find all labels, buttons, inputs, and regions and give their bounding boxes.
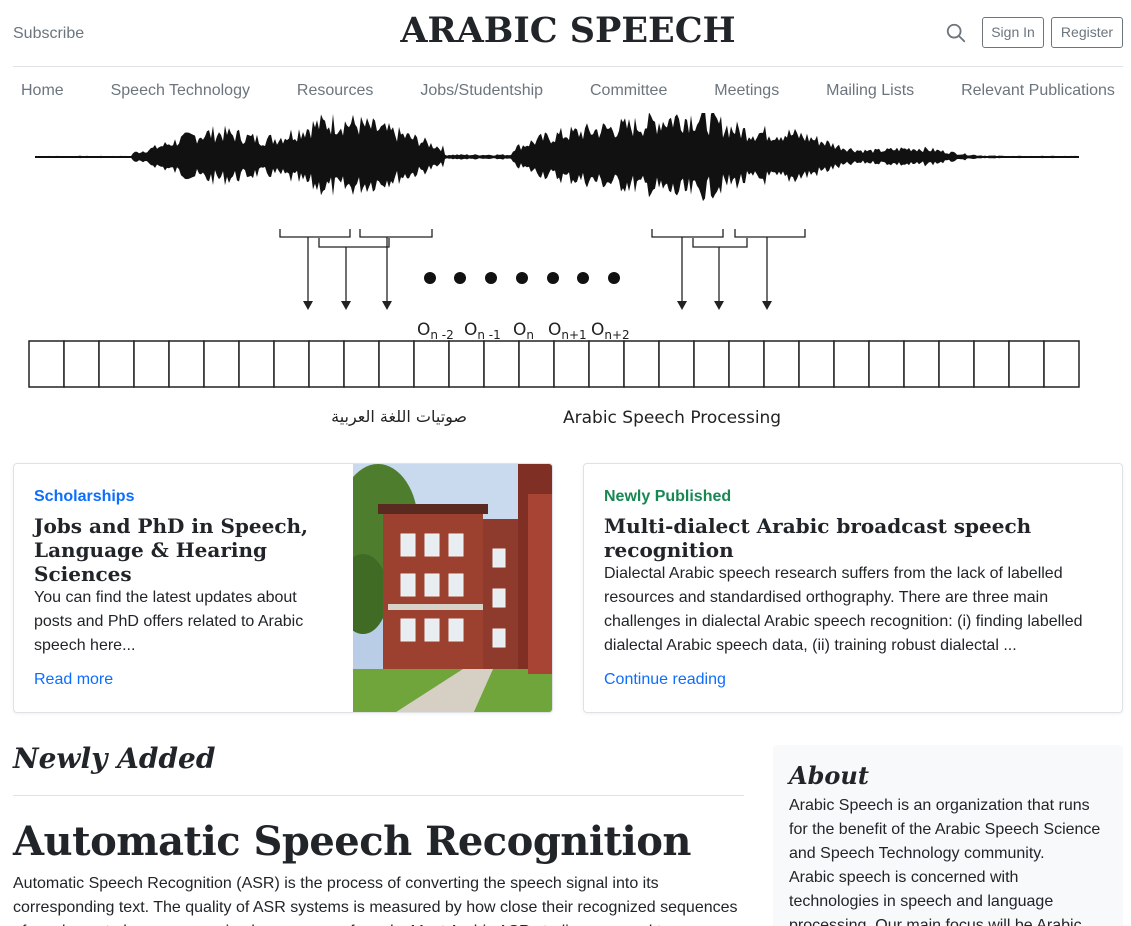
card-body: Scholarships Jobs and PhD in Speech, Lan… (34, 488, 334, 658)
read-more-link[interactable]: Read more (34, 671, 113, 689)
card-text: You can find the latest updates about po… (34, 589, 304, 654)
obs-label: On+2 (591, 320, 630, 342)
frame-box (938, 340, 975, 388)
frame-box (623, 340, 660, 388)
frame-box (693, 340, 730, 388)
frame-box (133, 340, 170, 388)
card-text: Dialectal Arabic speech research suffers… (604, 565, 1083, 654)
frame-box (588, 340, 625, 388)
card-category: Newly Published (604, 488, 732, 505)
about-heading: About (789, 761, 869, 790)
observation-labels: On -2 On -1 On On+1 On+2 (417, 320, 630, 342)
frame-box (413, 340, 450, 388)
post-excerpt: Automatic Speech Recognition (ASR) is th… (13, 875, 738, 926)
nav-item-mailing-lists[interactable]: Mailing Lists (826, 82, 914, 100)
frame-box (203, 340, 240, 388)
frame-box (483, 340, 520, 388)
nav-item-committee[interactable]: Committee (590, 82, 667, 100)
frame-box (903, 340, 940, 388)
frame-box (868, 340, 905, 388)
frame-box (1043, 340, 1080, 388)
post-title[interactable]: Automatic Speech Recognition (13, 818, 692, 865)
card-category: Scholarships (34, 488, 135, 505)
nav-item-jobs-studentship[interactable]: Jobs/Studentship (420, 82, 543, 100)
about-sidebar: About Arabic Speech is an organization t… (773, 745, 1123, 926)
english-caption: Arabic Speech Processing (563, 408, 781, 428)
subscribe-link[interactable]: Subscribe (13, 25, 84, 43)
frame-box (168, 340, 205, 388)
frame-box (343, 340, 380, 388)
section-heading: Newly Added (13, 742, 216, 775)
nav-item-resources[interactable]: Resources (297, 82, 373, 100)
brand-text[interactable]: ARABIC SPEECH (400, 10, 735, 51)
nav-item-relevant-publications[interactable]: Relevant Publications (961, 82, 1115, 100)
nav-item-speech-technology[interactable]: Speech Technology (111, 82, 250, 100)
frame-box (98, 340, 135, 388)
arabic-caption: صوتيات اللغة العربية (331, 407, 467, 427)
frame-box (518, 340, 555, 388)
frame-box (728, 340, 765, 388)
frame-row (28, 340, 1080, 388)
waveform (35, 113, 1079, 202)
divider (13, 795, 744, 796)
main-nav: Home Speech Technology Resources Jobs/St… (13, 68, 1123, 113)
newly-published-card: Newly Published Multi-dialect Arabic bro… (583, 463, 1123, 713)
scholarships-card: Scholarships Jobs and PhD in Speech, Lan… (13, 463, 553, 713)
sign-in-button[interactable]: Sign In (982, 17, 1044, 48)
search-icon[interactable] (945, 22, 967, 44)
obs-label: On+1 (548, 320, 587, 342)
frame-box (798, 340, 835, 388)
about-text: Arabic Speech is an organization that ru… (789, 797, 1101, 862)
frame-box (763, 340, 800, 388)
frame-box (1008, 340, 1045, 388)
building-photo (353, 464, 552, 712)
frame-box (448, 340, 485, 388)
register-button[interactable]: Register (1051, 17, 1123, 48)
card-title: Multi-dialect Arabic broadcast speech re… (604, 514, 1032, 562)
frame-brackets (279, 229, 806, 305)
obs-label: On -1 (464, 320, 501, 342)
nav-item-meetings[interactable]: Meetings (714, 82, 779, 100)
obs-label: On -2 (417, 320, 454, 342)
frame-box (378, 340, 415, 388)
frame-box (63, 340, 100, 388)
ellipsis-dots (424, 272, 620, 284)
card-body: Newly Published Multi-dialect Arabic bro… (604, 488, 1104, 658)
nav-item-home[interactable]: Home (21, 82, 64, 100)
continue-reading-link[interactable]: Continue reading (604, 671, 726, 689)
frame-box (238, 340, 275, 388)
frame-box (833, 340, 870, 388)
hero-illustration: On -2 On -1 On On+1 On+2 صوتيات اللغة ال… (28, 113, 1080, 428)
site-header: Subscribe ARABIC SPEECH Sign In Register (13, 0, 1123, 67)
obs-label: On (513, 320, 534, 342)
frame-box (553, 340, 590, 388)
about-text: Arabic speech is concerned with technolo… (789, 869, 1082, 926)
frame-box (28, 340, 65, 388)
frame-box (658, 340, 695, 388)
frame-box (973, 340, 1010, 388)
arrow-heads (303, 301, 772, 310)
frame-box (273, 340, 310, 388)
card-title: Jobs and PhD in Speech, Language & Heari… (34, 514, 309, 586)
frame-box (308, 340, 345, 388)
